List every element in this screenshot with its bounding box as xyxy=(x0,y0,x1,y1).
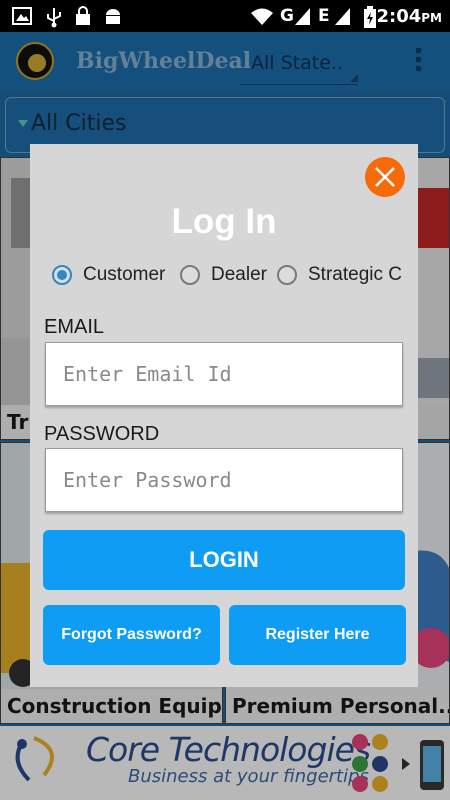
dialog-title: Log In xyxy=(171,202,277,241)
radio-label: Strategic C xyxy=(308,264,402,285)
network-type-label-2: E xyxy=(318,6,330,26)
android-icon xyxy=(106,9,120,24)
radio-unselected-icon xyxy=(180,265,200,285)
password-label: PASSWORD xyxy=(44,423,160,445)
network-type-label: G xyxy=(280,6,294,26)
register-button[interactable]: Register Here xyxy=(229,605,406,665)
image-icon xyxy=(12,7,32,25)
radio-unselected-icon xyxy=(277,265,297,285)
close-button[interactable] xyxy=(365,157,405,197)
clock: 2:04PM xyxy=(376,6,442,27)
radio-label: Customer xyxy=(83,264,166,285)
close-icon xyxy=(375,167,395,187)
clock-ampm: PM xyxy=(421,11,442,25)
password-field[interactable] xyxy=(45,448,403,512)
login-button[interactable]: LOGIN xyxy=(43,530,405,590)
forgot-password-button[interactable]: Forgot Password? xyxy=(43,605,220,665)
status-bar: G E 2:04PM xyxy=(0,0,450,32)
battery-icon xyxy=(364,6,376,28)
usb-icon xyxy=(47,8,61,28)
radio-dealer[interactable]: Dealer xyxy=(180,261,270,291)
signal-icon-2 xyxy=(335,8,350,25)
radio-strategic[interactable]: Strategic C xyxy=(277,261,417,291)
login-dialog: Log In Customer Dealer Strategic C EMAIL… xyxy=(30,144,418,687)
clock-time: 2:04 xyxy=(376,6,422,27)
email-label: EMAIL xyxy=(44,316,105,338)
email-field[interactable] xyxy=(45,342,403,406)
radio-selected-icon xyxy=(52,265,72,285)
signal-icon xyxy=(295,8,310,25)
radio-label: Dealer xyxy=(211,264,267,285)
lock-icon xyxy=(76,6,90,25)
wifi-icon xyxy=(251,8,273,25)
user-type-radio-group: Customer Dealer Strategic C xyxy=(50,261,418,291)
radio-customer[interactable]: Customer xyxy=(52,261,172,291)
